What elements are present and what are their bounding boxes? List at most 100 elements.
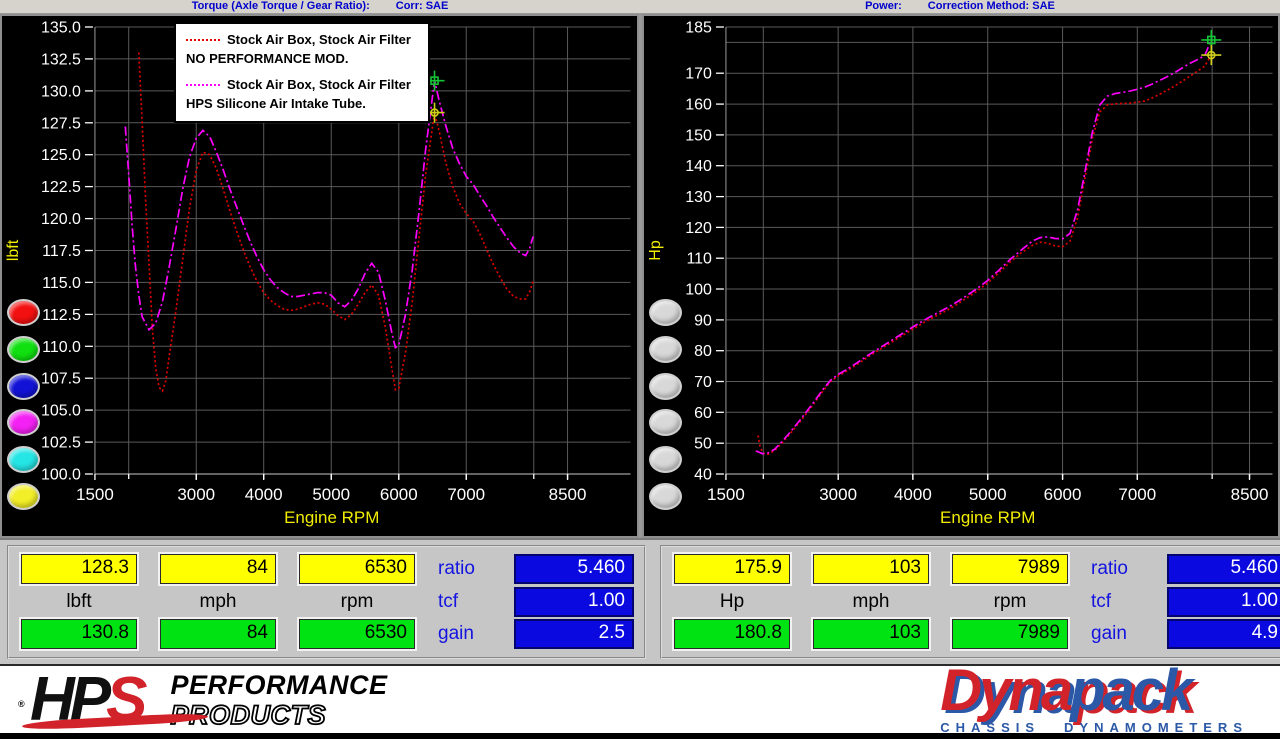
svg-text:4000: 4000: [245, 485, 283, 504]
power-readout-group: 175.9 Hp 180.8 103 mph 103 7989 rpm 7989…: [660, 545, 1280, 659]
ratio-value: 5.460: [514, 554, 634, 584]
svg-text:135.0: 135.0: [41, 19, 81, 36]
svg-text:125.0: 125.0: [41, 147, 81, 164]
svg-text:90: 90: [694, 312, 712, 329]
channel-button-gray-4[interactable]: [649, 446, 682, 473]
svg-text:110: 110: [686, 251, 712, 268]
hps-mark: HPS ®: [30, 671, 153, 729]
torque-readout-group: 128.3 lbft 130.8 84 mph 84 6530 rpm 6530…: [7, 545, 646, 659]
tcf-value: 1.00: [514, 587, 634, 617]
power-current-rpm: 7989: [952, 619, 1068, 649]
mph-unit-label: mph: [813, 588, 929, 616]
svg-text:102.5: 102.5: [41, 435, 81, 452]
svg-text:8500: 8500: [549, 485, 587, 504]
svg-text:lbft: lbft: [5, 239, 22, 261]
legend-hps-line2: HPS Silicone Air Intake Tube.: [186, 95, 418, 114]
svg-text:170: 170: [685, 66, 712, 83]
svg-text:3000: 3000: [177, 485, 215, 504]
svg-text:107.5: 107.5: [41, 371, 81, 388]
torque-header-correction: Corr: SAE: [396, 0, 449, 12]
tcf-label: tcf: [438, 591, 514, 613]
ratio-label: ratio: [1091, 558, 1167, 580]
svg-text:120: 120: [685, 220, 712, 237]
gain-value: 2.5: [514, 619, 634, 649]
power-chart-panel: 1851701601501401301201101009080706050401…: [642, 14, 1280, 538]
torque-header: Torque (Axle Torque / Gear Ratio): Corr: …: [0, 0, 640, 13]
svg-text:1500: 1500: [76, 485, 114, 504]
legend-hps-line1: Stock Air Box, Stock Air Filter: [227, 76, 411, 95]
mph-unit-label: mph: [160, 588, 276, 616]
svg-text:40: 40: [694, 466, 712, 483]
registered-mark: ®: [18, 675, 25, 733]
rpm-unit-label: rpm: [299, 588, 415, 616]
channel-button-gray-1[interactable]: [649, 336, 682, 363]
svg-text:4000: 4000: [893, 485, 931, 504]
torque-current-mph: 84: [160, 619, 276, 649]
readout-area: 128.3 lbft 130.8 84 mph 84 6530 rpm 6530…: [0, 538, 1280, 664]
power-peak-rpm: 7989: [952, 554, 1068, 584]
svg-text:6000: 6000: [380, 485, 418, 504]
svg-text:Hp: Hp: [646, 240, 663, 261]
dynamometers-text: DYNAMOMETERS: [1064, 720, 1248, 735]
channel-button-blue-2[interactable]: [7, 373, 40, 400]
legend: Stock Air Box, Stock Air Filter NO PERFO…: [174, 22, 430, 123]
svg-text:120.0: 120.0: [41, 211, 81, 228]
svg-text:50: 50: [694, 436, 712, 453]
hps-wordmark: PERFORMANCE PRODUCTS: [171, 670, 388, 730]
power-current-mph: 103: [813, 619, 929, 649]
torque-current-value: 130.8: [21, 619, 137, 649]
torque-peak-value: 128.3: [21, 554, 137, 584]
power-header-correction: Correction Method: SAE: [928, 0, 1055, 12]
hps-logo: HPS ® PERFORMANCE PRODUCTS: [30, 670, 388, 730]
svg-text:185: 185: [685, 19, 712, 36]
svg-text:80: 80: [694, 343, 712, 360]
svg-text:70: 70: [694, 374, 712, 391]
svg-text:100: 100: [685, 281, 712, 298]
tcf-value: 1.00: [1167, 587, 1280, 617]
power-unit-label: Hp: [674, 588, 790, 616]
svg-text:160: 160: [685, 97, 712, 114]
svg-text:105.0: 105.0: [41, 403, 81, 420]
channel-button-red-0[interactable]: [7, 299, 40, 326]
power-current-value: 180.8: [674, 619, 790, 649]
svg-text:127.5: 127.5: [41, 115, 81, 132]
tcf-label: tcf: [1091, 591, 1167, 613]
channel-button-gray-0[interactable]: [649, 299, 682, 326]
channel-button-cyan-4[interactable]: [7, 446, 40, 473]
channel-button-gray-5[interactable]: [649, 483, 682, 510]
channel-button-gray-2[interactable]: [649, 373, 682, 400]
svg-text:130: 130: [685, 189, 712, 206]
channel-button-green-1[interactable]: [7, 336, 40, 363]
chassis-text: CHASSIS: [940, 720, 1040, 735]
svg-text:3000: 3000: [819, 485, 857, 504]
header-strip: Torque (Axle Torque / Gear Ratio): Corr: …: [0, 0, 1280, 14]
svg-text:140: 140: [685, 158, 712, 175]
svg-text:132.5: 132.5: [41, 51, 81, 68]
power-chart: 1851701601501401301201101009080706050401…: [644, 16, 1279, 536]
svg-text:117.5: 117.5: [42, 243, 81, 260]
svg-text:Engine RPM: Engine RPM: [940, 508, 1035, 527]
svg-text:60: 60: [694, 405, 712, 422]
torque-unit-label: lbft: [21, 588, 137, 616]
logo-strip: HPS ® PERFORMANCE PRODUCTS Dynapack CHAS…: [0, 664, 1280, 733]
legend-stock-line1: Stock Air Box, Stock Air Filter: [227, 31, 411, 50]
channel-button-gray-3[interactable]: [649, 409, 682, 436]
gain-label: gain: [1091, 623, 1167, 645]
svg-text:7000: 7000: [1118, 485, 1156, 504]
svg-text:100.0: 100.0: [41, 466, 81, 483]
svg-text:Engine RPM: Engine RPM: [284, 508, 379, 527]
svg-text:130.0: 130.0: [41, 83, 81, 100]
power-header: Power:Correction Method: SAE: [640, 0, 1280, 13]
dynapack-dyna-text: Dyna: [940, 658, 1070, 723]
ratio-value: 5.460: [1167, 554, 1280, 584]
svg-text:122.5: 122.5: [41, 179, 81, 196]
stock-series-sample-line: [186, 39, 220, 41]
svg-text:1500: 1500: [707, 485, 745, 504]
dynapack-subtitle: CHASSIS DYNAMOMETERS: [940, 720, 1248, 735]
svg-text:110.0: 110.0: [42, 339, 81, 356]
torque-header-title: Torque (Axle Torque / Gear Ratio):: [192, 0, 370, 12]
gain-label: gain: [438, 623, 514, 645]
channel-button-yellow-5[interactable]: [7, 483, 40, 510]
svg-text:115.0: 115.0: [42, 275, 81, 292]
svg-text:6000: 6000: [1043, 485, 1081, 504]
